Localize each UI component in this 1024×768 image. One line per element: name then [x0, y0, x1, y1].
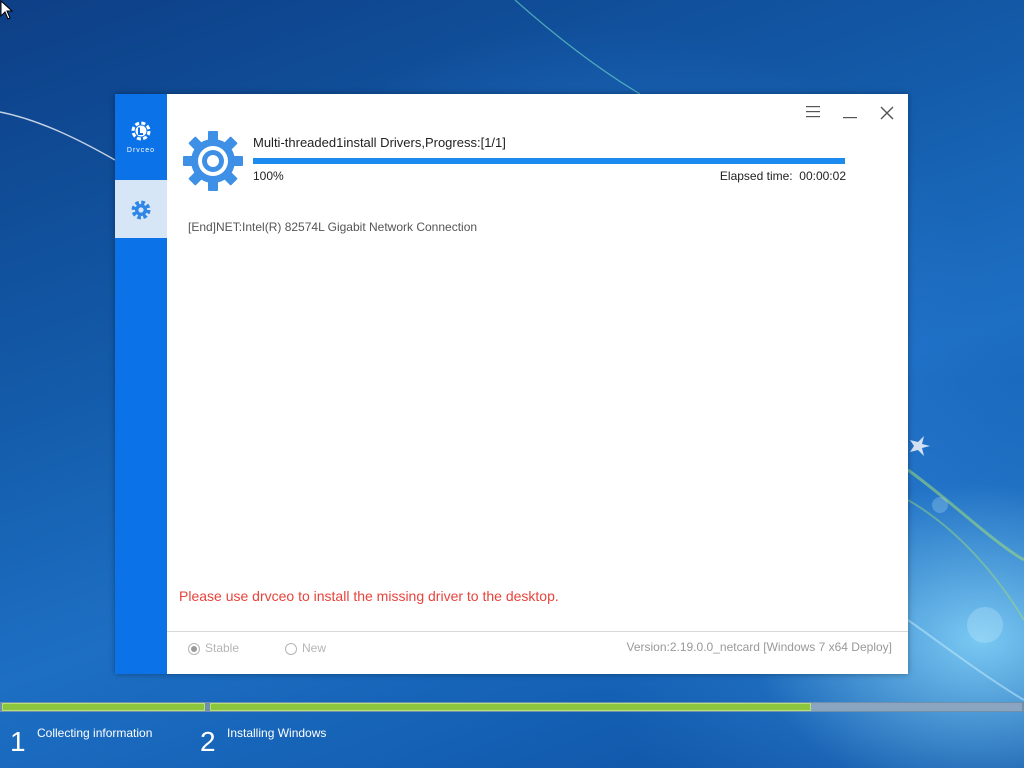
missing-driver-warning: Please use drvceo to install the missing…	[179, 588, 559, 604]
close-icon	[880, 106, 894, 120]
logo-text: Drvceo	[126, 147, 156, 154]
elapsed-time: Elapsed time: 00:00:02	[595, 169, 846, 183]
close-button[interactable]	[876, 102, 898, 122]
setup-progress-bar	[0, 702, 1024, 712]
setup-steps: 1 Collecting information 2 Installing Wi…	[0, 716, 1024, 768]
menu-button[interactable]	[802, 102, 824, 122]
stable-radio[interactable]	[188, 643, 200, 655]
sidebar: Drvceo	[115, 94, 167, 674]
drvceo-window: Drvceo Multi-threaded1install Drivers,Pr…	[115, 94, 908, 674]
new-radio[interactable]	[285, 643, 297, 655]
install-status-title: Multi-threaded1install Drivers,Progress:…	[253, 135, 506, 150]
version-text: Version:2.19.0.0_netcard [Windows 7 x64 …	[626, 640, 893, 654]
minimize-button[interactable]	[839, 102, 861, 122]
gear-icon	[183, 131, 243, 191]
setup-step-1-progress	[2, 703, 205, 711]
setup-step-2-progress	[210, 703, 811, 711]
install-progress-bar	[253, 158, 845, 164]
menu-icon	[806, 106, 820, 118]
elapsed-label: Elapsed time:	[719, 169, 793, 183]
install-progress-fill	[253, 158, 845, 164]
new-option[interactable]: New	[285, 641, 326, 657]
progress-percent: 100%	[253, 169, 284, 183]
sidebar-tab-driver-install[interactable]	[115, 180, 167, 238]
gear-icon	[131, 200, 151, 220]
stable-option[interactable]: Stable	[188, 641, 239, 657]
new-label: New	[302, 641, 327, 655]
minimize-icon	[843, 117, 857, 119]
setup-step-2-label: Installing Windows	[227, 726, 327, 740]
mouse-cursor-icon	[0, 0, 14, 20]
stable-label: Stable	[205, 641, 240, 655]
setup-step-1-number: 1	[10, 726, 26, 757]
log-line: [End]NET:Intel(R) 82574L Gigabit Network…	[188, 220, 478, 234]
setup-step-2-number: 2	[200, 726, 216, 757]
elapsed-value: 00:00:02	[799, 169, 846, 183]
setup-step-1-label: Collecting information	[37, 726, 153, 740]
footer-divider	[167, 631, 908, 632]
